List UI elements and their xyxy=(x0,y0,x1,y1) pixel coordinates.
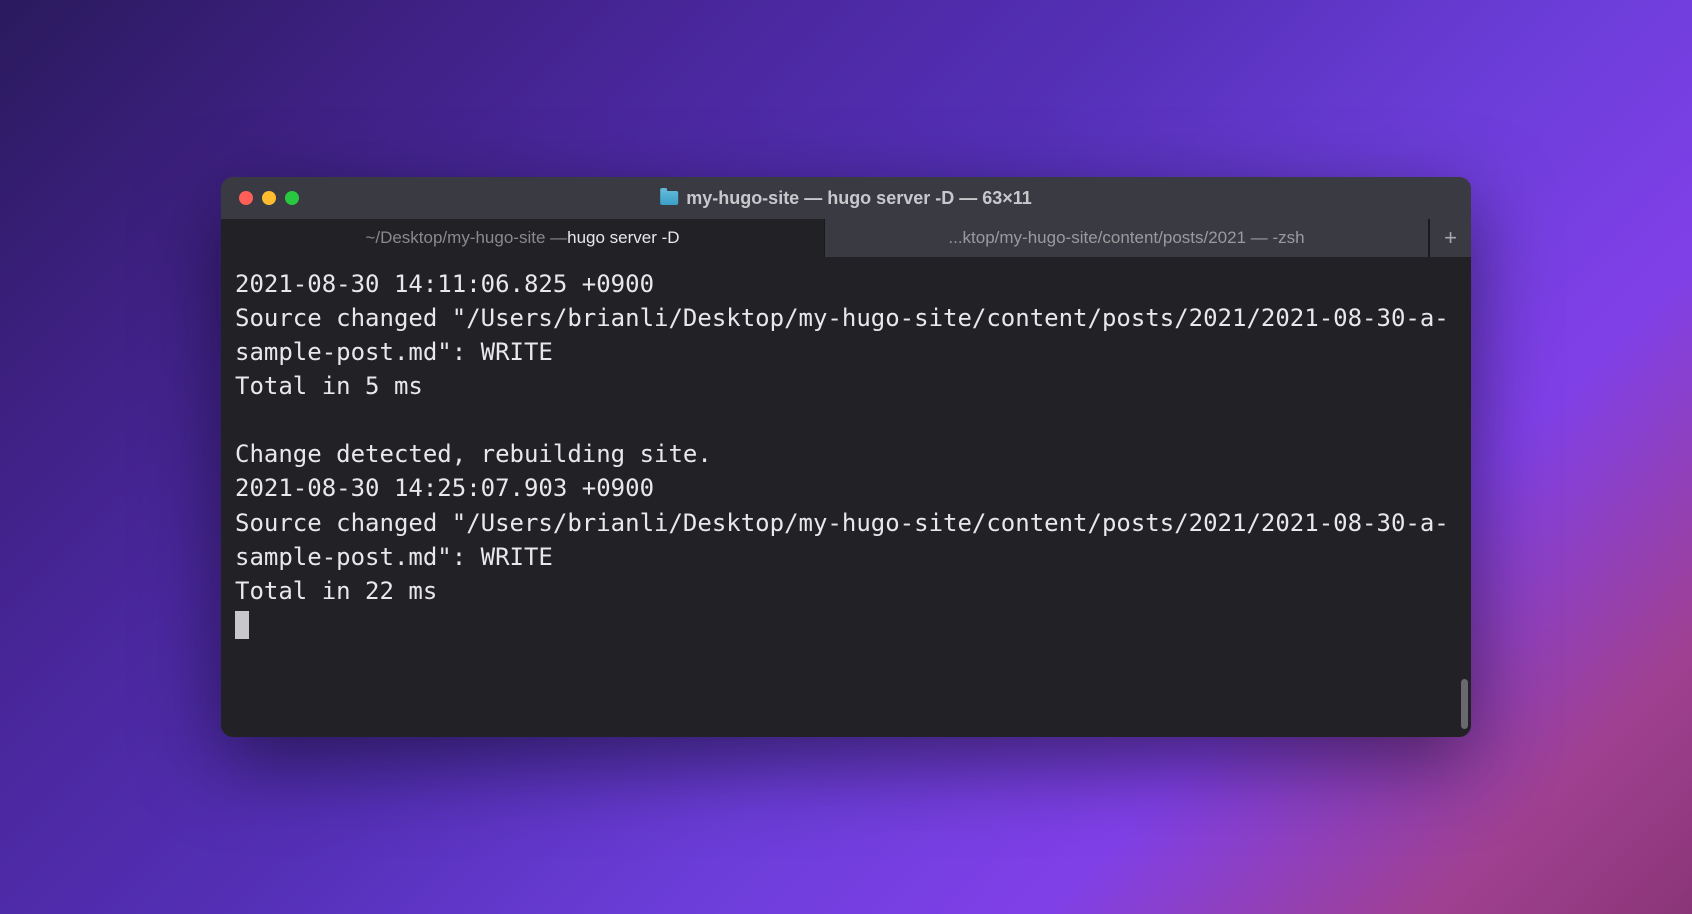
tabbar: ~/Desktop/my-hugo-site — hugo server -D … xyxy=(221,219,1471,257)
terminal-output[interactable]: 2021-08-30 14:11:06.825 +0900 Source cha… xyxy=(221,257,1471,737)
output-line: Total in 5 ms xyxy=(235,372,423,400)
window-title-text: my-hugo-site — hugo server -D — 63×11 xyxy=(686,188,1032,209)
plus-icon: + xyxy=(1444,225,1457,251)
tab-label-path: ~/Desktop/my-hugo-site — xyxy=(365,228,567,248)
terminal-window: my-hugo-site — hugo server -D — 63×11 ~/… xyxy=(221,177,1471,737)
minimize-button[interactable] xyxy=(262,191,276,205)
output-line: Total in 22 ms xyxy=(235,577,437,605)
folder-icon xyxy=(660,191,678,205)
new-tab-button[interactable]: + xyxy=(1429,219,1471,257)
titlebar[interactable]: my-hugo-site — hugo server -D — 63×11 xyxy=(221,177,1471,219)
output-line: 2021-08-30 14:11:06.825 +0900 xyxy=(235,270,654,298)
tab-label-command: hugo server -D xyxy=(567,228,679,248)
traffic-lights xyxy=(239,191,299,205)
tab-zsh[interactable]: ...ktop/my-hugo-site/content/posts/2021 … xyxy=(825,219,1429,257)
close-button[interactable] xyxy=(239,191,253,205)
output-line: Source changed "/Users/brianli/Desktop/m… xyxy=(235,509,1449,571)
output-line: Source changed "/Users/brianli/Desktop/m… xyxy=(235,304,1449,366)
scrollbar[interactable] xyxy=(1461,679,1468,729)
output-line: 2021-08-30 14:25:07.903 +0900 xyxy=(235,474,654,502)
window-title: my-hugo-site — hugo server -D — 63×11 xyxy=(660,188,1032,209)
tab-label: ...ktop/my-hugo-site/content/posts/2021 … xyxy=(948,228,1304,248)
maximize-button[interactable] xyxy=(285,191,299,205)
output-line: Change detected, rebuilding site. xyxy=(235,440,712,468)
cursor xyxy=(235,611,249,639)
tab-hugo-server[interactable]: ~/Desktop/my-hugo-site — hugo server -D xyxy=(221,219,825,257)
